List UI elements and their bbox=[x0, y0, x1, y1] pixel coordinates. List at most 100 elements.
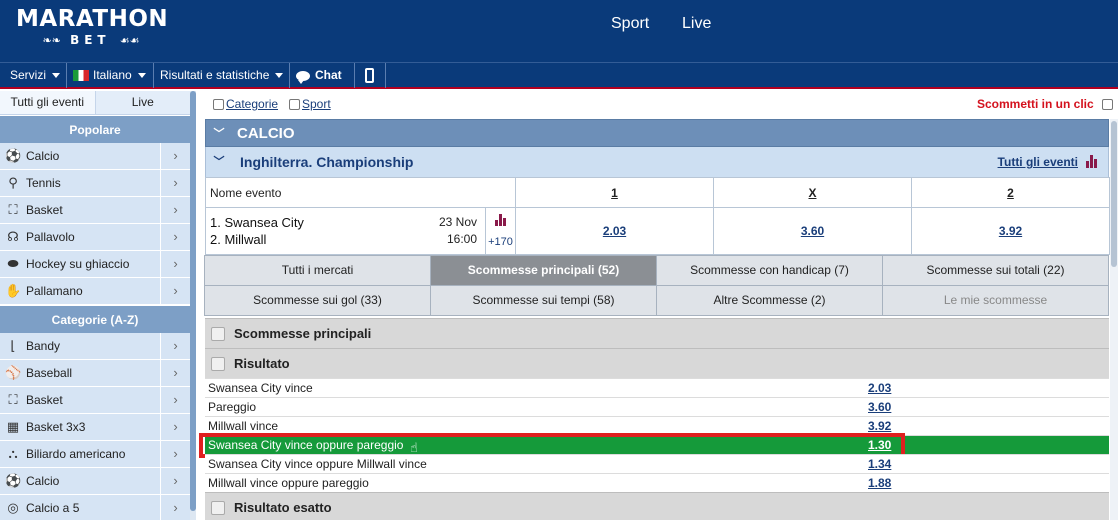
odd-draw[interactable]: 3.60 bbox=[713, 207, 912, 255]
odd-away-win[interactable]: 3.92 bbox=[911, 207, 1110, 255]
chevron-right-icon[interactable]: › bbox=[160, 251, 190, 277]
sidebar-item-calcio[interactable]: ⚽ Calcio › bbox=[0, 143, 190, 170]
chevron-right-icon[interactable]: › bbox=[160, 414, 190, 440]
results-menu[interactable]: Risultati e statistiche bbox=[154, 63, 290, 88]
laurel-right-icon: ☙☙ bbox=[119, 34, 140, 47]
baseball-icon: ⚾ bbox=[5, 365, 22, 380]
language-menu[interactable]: Italiano bbox=[67, 63, 154, 88]
sidebar-item-calcio[interactable]: ⚽ Calcio › bbox=[0, 468, 190, 495]
chevron-right-icon[interactable]: › bbox=[160, 170, 190, 196]
sport-header-calcio[interactable]: ﹀ CALCIO bbox=[205, 119, 1109, 147]
outcome-row[interactable]: Pareggio 3.60 bbox=[205, 397, 1109, 416]
main-scrollbar[interactable] bbox=[1110, 119, 1118, 520]
event-cell[interactable]: 1. Swansea City 2. Millwall 23 Nov 16:00 bbox=[205, 207, 486, 255]
chevron-right-icon[interactable]: › bbox=[160, 468, 190, 494]
categories-heading: Categorie (A-Z) bbox=[0, 305, 190, 333]
section-toggle-checkbox[interactable] bbox=[211, 357, 225, 371]
statistics-bars-icon[interactable] bbox=[1086, 155, 1098, 168]
tab-live[interactable]: Live bbox=[94, 91, 190, 114]
event-stats-cell[interactable]: +170 bbox=[485, 207, 516, 255]
outcome-odd[interactable]: 2.03 bbox=[868, 379, 891, 397]
section-toggle-checkbox[interactable] bbox=[211, 501, 225, 515]
tab-goal-bets[interactable]: Scommesse sui gol (33) bbox=[204, 285, 431, 316]
volleyball-icon: ☊ bbox=[7, 229, 19, 244]
sidebar-item-tennis[interactable]: ⚲ Tennis › bbox=[0, 170, 190, 197]
outcome-row[interactable]: Swansea City vince oppure Millwall vince… bbox=[205, 454, 1109, 473]
sidebar-item-bandy[interactable]: ⌊ Bandy › bbox=[0, 333, 190, 360]
col-home-win[interactable]: 1 bbox=[515, 177, 714, 208]
sidebar-item-biliardo-americano[interactable]: ⛬ Biliardo americano › bbox=[0, 441, 190, 468]
outcome-row[interactable]: Swansea City vince 2.03 bbox=[205, 378, 1109, 397]
nav-live[interactable]: Live bbox=[682, 15, 711, 33]
sidebar-item-calcio-a-5[interactable]: ◎ Calcio a 5 › bbox=[0, 495, 190, 520]
sidebar-item-pallavolo[interactable]: ☊ Pallavolo › bbox=[0, 224, 190, 251]
odd-home-win[interactable]: 2.03 bbox=[515, 207, 714, 255]
sport-link[interactable]: Sport bbox=[302, 97, 331, 111]
chevron-right-icon[interactable]: › bbox=[160, 495, 190, 520]
league-header[interactable]: ﹀ Inghilterra. Championship Tutti gli ev… bbox=[205, 147, 1109, 177]
nav-sport[interactable]: Sport bbox=[611, 15, 649, 33]
chevron-right-icon[interactable]: › bbox=[160, 360, 190, 386]
sidebar-item-pallamano[interactable]: ✋ Pallamano › bbox=[0, 278, 190, 305]
outcome-row[interactable]: Millwall vince 3.92 bbox=[205, 416, 1109, 435]
mobile-phone-icon bbox=[365, 68, 374, 84]
main-scroll-thumb[interactable] bbox=[1111, 121, 1117, 267]
col-away-win[interactable]: 2 bbox=[911, 177, 1110, 208]
chevron-right-icon[interactable]: › bbox=[160, 224, 190, 250]
filter-categorie[interactable]: Categorie bbox=[213, 97, 278, 111]
outcome-odd[interactable]: 3.92 bbox=[868, 417, 891, 435]
chat-button[interactable]: Chat bbox=[290, 63, 355, 88]
outcome-row[interactable]: Swansea City vince oppure pareggio 1.30 ☝ bbox=[199, 433, 1109, 458]
statistics-bars-icon[interactable] bbox=[494, 214, 507, 226]
chevron-down-icon[interactable]: ﹀ bbox=[211, 147, 227, 177]
servizi-menu[interactable]: Servizi bbox=[0, 63, 67, 88]
sidebar-scroll-thumb[interactable] bbox=[190, 91, 196, 511]
chevron-right-icon[interactable]: › bbox=[160, 278, 190, 304]
outcome-odd[interactable]: 1.88 bbox=[868, 474, 891, 492]
tab-all-events[interactable]: Tutti gli eventi bbox=[0, 91, 95, 114]
one-click-checkbox[interactable] bbox=[1101, 99, 1113, 111]
tab-totals-bets[interactable]: Scommesse sui totali (22) bbox=[882, 255, 1109, 286]
tab-other-bets[interactable]: Altre Scommesse (2) bbox=[656, 285, 883, 316]
section-toggle-checkbox[interactable] bbox=[211, 327, 225, 341]
outcome-row[interactable]: Millwall vince oppure pareggio 1.88 bbox=[205, 473, 1109, 492]
event-date: 23 Nov bbox=[438, 215, 477, 229]
sport-checkbox[interactable] bbox=[289, 99, 300, 111]
sidebar-item-basket[interactable]: ⛶ Basket › bbox=[0, 387, 190, 414]
filter-sport[interactable]: Sport bbox=[289, 97, 331, 111]
outcome-odd[interactable]: 3.60 bbox=[868, 398, 891, 416]
sidebar-item-basket-3x3[interactable]: ▦ Basket 3x3 › bbox=[0, 414, 190, 441]
section-result[interactable]: Risultato bbox=[205, 348, 1109, 378]
chevron-right-icon[interactable]: › bbox=[160, 143, 190, 169]
sidebar-scrollbar[interactable] bbox=[190, 91, 196, 520]
site-header: MARATHON ❧❧ BET ☙☙ Sport Live bbox=[0, 0, 1118, 62]
outcome-odd[interactable]: 1.30 bbox=[868, 436, 891, 454]
chevron-down-icon[interactable]: ﹀ bbox=[211, 120, 227, 148]
col-draw[interactable]: X bbox=[713, 177, 912, 208]
outcome-odd[interactable]: 1.34 bbox=[868, 455, 891, 473]
marathonbet-logo[interactable]: MARATHON ❧❧ BET ☙☙ bbox=[16, 6, 176, 48]
tab-my-bets[interactable]: Le mie scommesse bbox=[882, 285, 1109, 316]
section-main-bets[interactable]: Scommesse principali bbox=[205, 318, 1109, 348]
tab-all-markets[interactable]: Tutti i mercati bbox=[204, 255, 431, 286]
mobile-app-button[interactable] bbox=[355, 63, 386, 88]
chevron-right-icon[interactable]: › bbox=[160, 387, 190, 413]
all-events-link[interactable]: Tutti gli eventi bbox=[998, 147, 1078, 177]
secondary-toolbar: Servizi Italiano Risultati e statistiche… bbox=[0, 62, 1118, 89]
tab-main-bets[interactable]: Scommesse principali (52) bbox=[430, 255, 657, 286]
chevron-right-icon[interactable]: › bbox=[160, 441, 190, 467]
sidebar-item-baseball[interactable]: ⚾ Baseball › bbox=[0, 360, 190, 387]
tab-handicap-bets[interactable]: Scommesse con handicap (7) bbox=[656, 255, 883, 286]
one-click-bet-toggle[interactable]: Scommetti in un clic bbox=[977, 97, 1113, 111]
chevron-right-icon[interactable]: › bbox=[160, 197, 190, 223]
categorie-checkbox[interactable] bbox=[213, 99, 224, 111]
tab-half-bets[interactable]: Scommesse sui tempi (58) bbox=[430, 285, 657, 316]
more-markets-count[interactable]: +170 bbox=[486, 236, 515, 248]
event-teams[interactable]: 1. Swansea City 2. Millwall bbox=[206, 214, 304, 248]
sidebar-item-basket[interactable]: ⛶ Basket › bbox=[0, 197, 190, 224]
section-exact-result[interactable]: Risultato esatto bbox=[205, 492, 1109, 520]
categorie-link[interactable]: Categorie bbox=[226, 97, 278, 111]
handball-icon: ✋ bbox=[5, 283, 22, 298]
chevron-right-icon[interactable]: › bbox=[160, 333, 190, 359]
sidebar-item-hockey-su-ghiaccio[interactable]: ⬬ Hockey su ghiaccio › bbox=[0, 251, 190, 278]
